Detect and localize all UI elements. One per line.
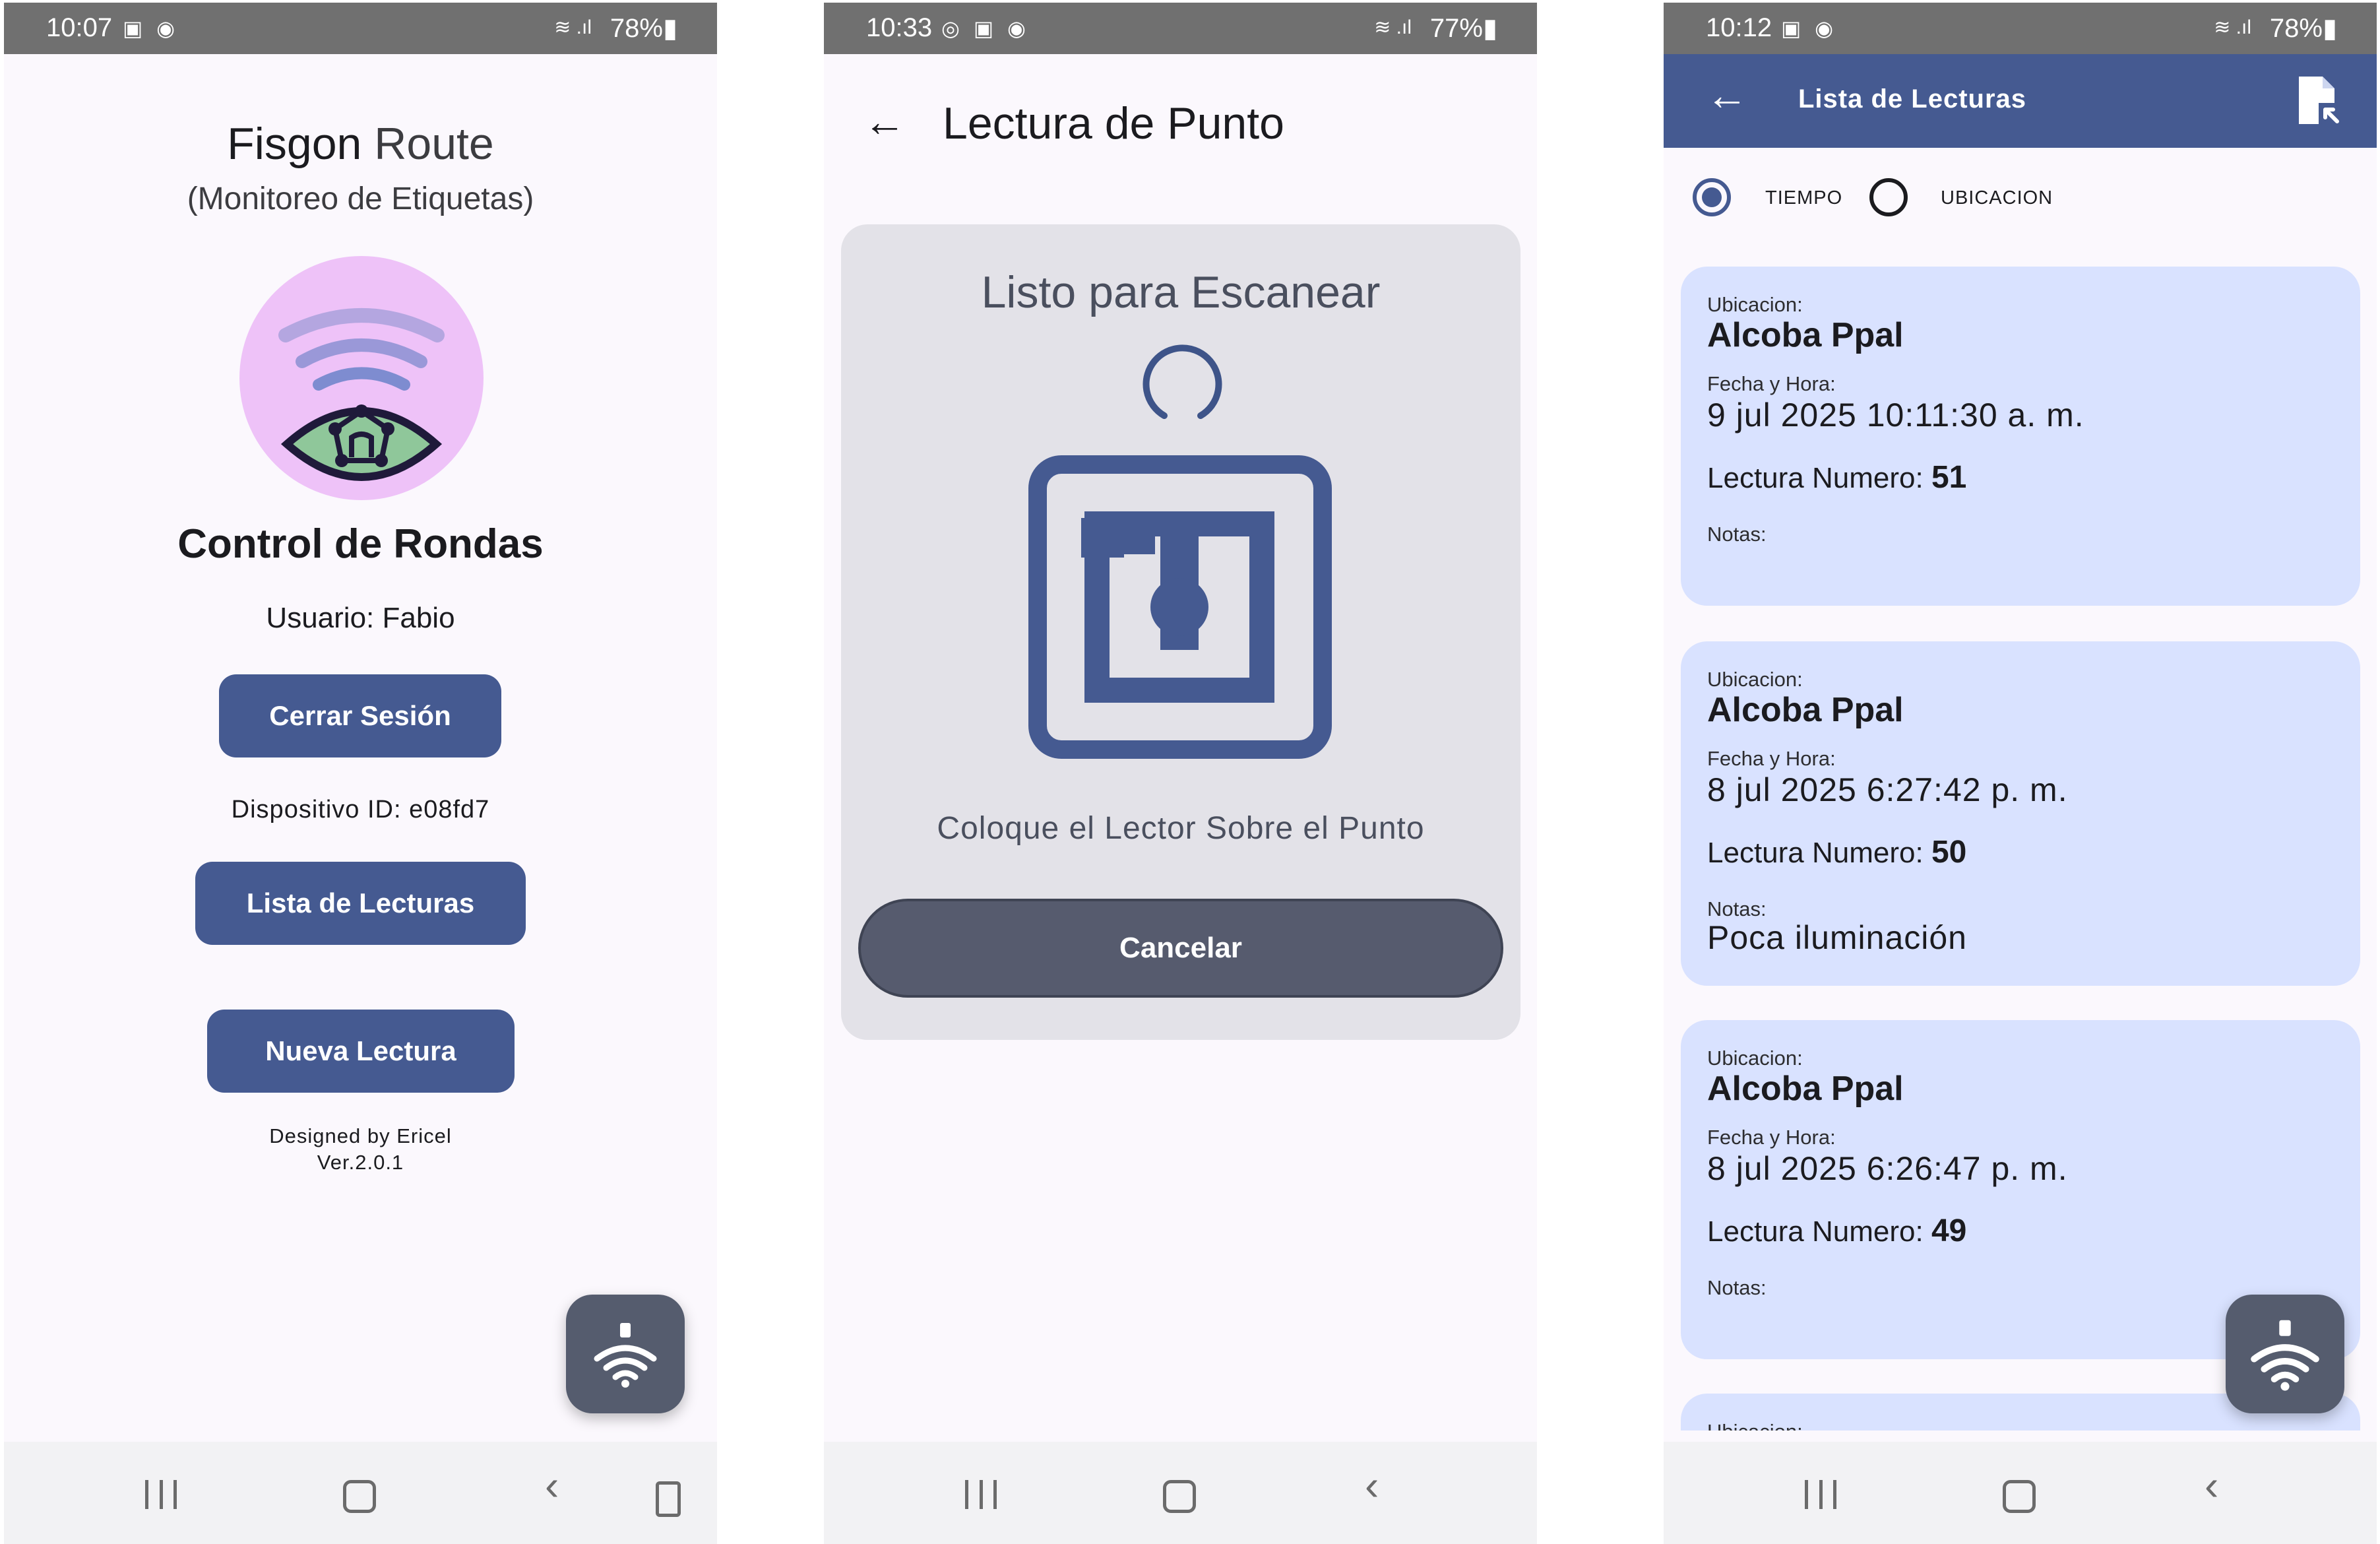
notification-icons: ▣ ◉	[123, 16, 179, 40]
export-file-icon[interactable]	[2296, 77, 2342, 127]
back-button[interactable]: ‹	[2205, 1464, 2218, 1506]
reading-number: Lectura Numero: 49	[1707, 1213, 1967, 1248]
page-title: Lectura de Punto	[943, 98, 1284, 148]
notes-label: Notas:	[1707, 523, 1767, 546]
system-nav-bar: ‹	[4, 1442, 717, 1544]
status-bar: 10:07 ▣ ◉ ≋ .ıl 78%▮	[4, 3, 717, 54]
status-bar: 10:33 ◎ ▣ ◉ ≋ .ıl 77%▮	[824, 3, 1537, 54]
reading-card[interactable]: Ubicacion: Alcoba Ppal Fecha y Hora: 9 j…	[1681, 267, 2360, 606]
radio-time-label: TIEMPO	[1765, 187, 1843, 209]
keyboard-button[interactable]	[656, 1481, 681, 1517]
back-button[interactable]: ‹	[1365, 1464, 1379, 1506]
battery-level: 78%▮	[610, 14, 677, 43]
signal-icon: ≋ .ıl	[1374, 16, 1412, 38]
battery-level: 77%▮	[1429, 14, 1497, 43]
datetime-label: Fecha y Hora:	[1707, 372, 1836, 395]
notification-icons: ▣ ◉	[1781, 16, 1838, 40]
location-value: Alcoba Ppal	[1707, 691, 1904, 729]
app-logo	[239, 256, 484, 500]
nfc-wifi-icon	[2251, 1320, 2319, 1391]
location-label: Ubicacion:	[1707, 1420, 1803, 1431]
back-arrow-icon[interactable]: ←	[863, 100, 906, 143]
app-subtitle: (Monitoreo de Etiquetas)	[187, 181, 534, 216]
status-time: 10:33	[866, 13, 933, 42]
status-time: 10:12	[1706, 13, 1772, 42]
new-reading-button[interactable]: Nueva Lectura	[207, 1010, 515, 1093]
cancel-button[interactable]: Cancelar	[858, 899, 1503, 998]
nfc-scan-fab[interactable]	[566, 1295, 685, 1413]
home-button[interactable]	[1163, 1480, 1196, 1513]
home-button[interactable]	[343, 1480, 376, 1513]
notes-value: Poca iluminación	[1707, 919, 1967, 956]
back-button[interactable]: ‹	[545, 1464, 559, 1506]
app-bar: ← Lista de Lecturas	[1664, 54, 2377, 148]
device-id: Dispositivo ID: e08fd7	[231, 796, 490, 823]
version-label: Ver.2.0.1	[317, 1151, 404, 1174]
reading-number: Lectura Numero: 51	[1707, 460, 1967, 495]
battery-level: 78%▮	[2269, 14, 2337, 43]
app-title: Fisgon Route	[227, 119, 494, 169]
location-label: Ubicacion:	[1707, 293, 1803, 316]
radio-location[interactable]	[1869, 178, 1908, 216]
notes-label: Notas:	[1707, 1276, 1767, 1299]
readings-list-button[interactable]: Lista de Lecturas	[195, 862, 526, 945]
signal-icon: ≋ .ıl	[554, 16, 592, 38]
loading-spinner-icon	[1143, 344, 1222, 419]
location-value: Alcoba Ppal	[1707, 316, 1904, 354]
back-arrow-icon[interactable]: ←	[1706, 74, 1748, 116]
nfc-tag-icon	[1028, 455, 1332, 759]
scan-dialog: Listo para Escanear Coloque el Lector So…	[841, 224, 1520, 1040]
location-label: Ubicacion:	[1707, 1046, 1803, 1070]
ready-text: Listo para Escanear	[981, 267, 1381, 317]
scan-screen: 10:33 ◎ ▣ ◉ ≋ .ıl 77%▮ ← Lectura de Punt…	[824, 3, 1537, 1544]
nfc-scan-fab[interactable]	[2226, 1295, 2344, 1413]
radio-location-label: UBICACION	[1941, 187, 2053, 209]
location-label: Ubicacion:	[1707, 668, 1803, 691]
logout-button[interactable]: Cerrar Sesión	[219, 674, 501, 757]
readings-list-screen: 10:12 ▣ ◉ ≋ .ıl 78%▮ ← Lista de Lecturas…	[1664, 3, 2377, 1544]
datetime-label: Fecha y Hora:	[1707, 1126, 1836, 1149]
status-bar: 10:12 ▣ ◉ ≋ .ıl 78%▮	[1664, 3, 2377, 54]
user-label: Usuario: Fabio	[266, 602, 455, 634]
instruction-text: Coloque el Lector Sobre el Punto	[937, 811, 1425, 846]
notification-icons: ◎ ▣ ◉	[941, 16, 1030, 40]
recent-apps-button[interactable]	[145, 1480, 177, 1509]
recent-apps-button[interactable]	[965, 1480, 997, 1509]
notes-label: Notas:	[1707, 897, 1767, 920]
reading-number: Lectura Numero: 50	[1707, 835, 1967, 870]
datetime-label: Fecha y Hora:	[1707, 747, 1836, 770]
designer-credit: Designed by Ericel	[269, 1124, 452, 1147]
recent-apps-button[interactable]	[1805, 1480, 1836, 1509]
status-time: 10:07	[46, 13, 113, 42]
radio-time[interactable]	[1693, 178, 1731, 216]
home-button[interactable]	[2003, 1480, 2036, 1513]
home-screen: 10:07 ▣ ◉ ≋ .ıl 78%▮ Fisgon Route (Monit…	[4, 3, 717, 1544]
reading-card[interactable]: Ubicacion: Alcoba Ppal Fecha y Hora: 8 j…	[1681, 641, 2360, 986]
signal-icon: ≋ .ıl	[2214, 16, 2251, 38]
datetime-value: 9 jul 2025 10:11:30 a. m.	[1707, 397, 2084, 434]
nfc-wifi-icon	[594, 1323, 657, 1388]
app-bar-title: Lista de Lecturas	[1798, 84, 2027, 113]
datetime-value: 8 jul 2025 6:26:47 p. m.	[1707, 1150, 2068, 1187]
location-value: Alcoba Ppal	[1707, 1070, 1904, 1108]
page-heading: Control de Rondas	[177, 521, 544, 567]
datetime-value: 8 jul 2025 6:27:42 p. m.	[1707, 771, 2068, 808]
system-nav-bar: ‹	[1664, 1442, 2377, 1544]
system-nav-bar: ‹	[824, 1442, 1537, 1544]
